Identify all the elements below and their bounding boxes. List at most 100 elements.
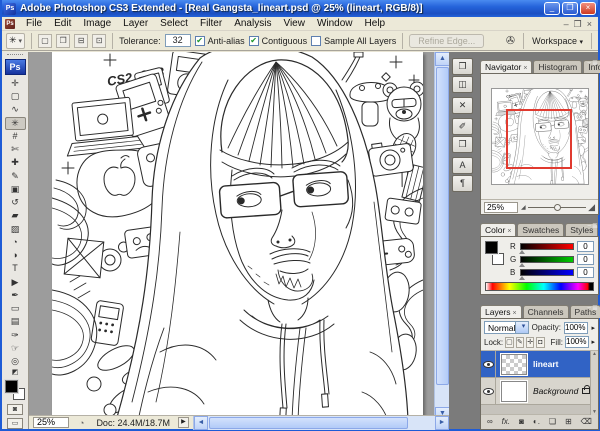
navigator-zoom-slider[interactable]: ◢ ◢: [521, 202, 595, 213]
menu-analysis[interactable]: Analysis: [228, 18, 277, 29]
green-slider-marker[interactable]: [519, 263, 525, 267]
layer-row-lineart[interactable]: lineart: [481, 351, 598, 378]
color-spectrum-ramp[interactable]: [485, 282, 594, 291]
bridge-panel-icon[interactable]: ◫: [452, 76, 473, 93]
doc-close-button[interactable]: ×: [587, 19, 592, 29]
horizontal-scroll-thumb[interactable]: [209, 417, 408, 429]
scroll-up-arrow[interactable]: ▲: [435, 52, 450, 66]
chevron-down-icon[interactable]: ▾: [515, 322, 527, 333]
navigator-thumbnail[interactable]: [491, 88, 589, 185]
fill-arrow-icon[interactable]: ▸: [591, 338, 595, 346]
panel-menu-icon[interactable]: −≣: [587, 222, 599, 230]
magic-wand-tool[interactable]: ✳: [5, 117, 26, 130]
blend-mode-select[interactable]: Normal ▾: [484, 321, 529, 334]
horizontal-scrollbar[interactable]: ◄ ►: [193, 416, 449, 430]
panel-menu-icon[interactable]: −≣: [587, 304, 599, 312]
visibility-toggle[interactable]: [481, 378, 496, 405]
red-slider[interactable]: [520, 243, 574, 250]
doc-minimize-button[interactable]: –: [564, 19, 569, 29]
brush-tool[interactable]: ✎: [5, 170, 26, 183]
type-tool[interactable]: T: [5, 262, 26, 275]
character-panel-icon[interactable]: A: [452, 157, 473, 174]
panel-menu-icon[interactable]: −≣: [587, 59, 599, 67]
layer-thumbnail[interactable]: [501, 381, 527, 402]
green-slider[interactable]: [520, 256, 574, 263]
eyedropper-tool[interactable]: ✑: [5, 329, 26, 342]
fill-field[interactable]: 100%: [565, 336, 589, 348]
menu-edit[interactable]: Edit: [48, 18, 77, 29]
go-to-bridge-icon[interactable]: ✇: [506, 34, 515, 47]
delete-layer-button[interactable]: ⌫: [581, 416, 592, 428]
vertical-scrollbar[interactable]: ▲ ▼: [434, 52, 449, 421]
menu-file[interactable]: File: [20, 18, 48, 29]
quick-mask-button[interactable]: ◙: [7, 404, 23, 415]
pen-tool[interactable]: ✒: [5, 289, 26, 302]
layer-list-scrollbar[interactable]: ▲ ▼: [590, 351, 598, 415]
tab-histogram[interactable]: Histogram: [533, 60, 582, 73]
crop-tool[interactable]: #: [5, 130, 26, 143]
zoom-tool[interactable]: ◎: [5, 355, 26, 368]
clone-stamp-tool[interactable]: ▣: [5, 183, 26, 196]
path-selection-tool[interactable]: ▶: [5, 276, 26, 289]
status-menu-button[interactable]: ▶: [178, 417, 189, 428]
slice-tool[interactable]: ✄: [5, 143, 26, 156]
close-button[interactable]: ×: [580, 2, 596, 15]
eraser-tool[interactable]: ▰: [5, 209, 26, 222]
default-colors-icon[interactable]: ◩: [12, 368, 19, 377]
selection-mode-subtract-button[interactable]: ⊟: [74, 34, 88, 48]
navigator-zoom-field[interactable]: 25%: [484, 202, 518, 213]
clone-source-panel-icon[interactable]: ❒: [452, 136, 473, 153]
lasso-tool[interactable]: ∿: [5, 103, 26, 116]
blur-tool[interactable]: ◔: [5, 236, 26, 249]
rectangular-marquee-tool[interactable]: ▢: [5, 90, 26, 103]
adjustment-layer-button[interactable]: ◐.: [533, 416, 540, 428]
restore-button[interactable]: ❐: [562, 2, 578, 15]
contiguous-checkbox[interactable]: ✔ Contiguous: [249, 36, 308, 46]
layer-name[interactable]: Background: [533, 386, 582, 396]
gradient-tool[interactable]: ▨: [5, 223, 26, 236]
zoom-in-icon[interactable]: ◢: [588, 202, 595, 213]
shape-tool[interactable]: ▭: [5, 302, 26, 315]
canvas[interactable]: [52, 52, 423, 421]
link-layers-button[interactable]: ∞: [487, 416, 493, 428]
blue-slider-marker[interactable]: [519, 276, 525, 280]
lock-position-button[interactable]: ✛: [526, 337, 534, 348]
color-swatches[interactable]: [4, 379, 26, 401]
brushes-panel-icon[interactable]: ✐: [452, 118, 473, 135]
minimize-button[interactable]: _: [544, 2, 560, 15]
color-panel-swatches[interactable]: [485, 241, 505, 271]
zoom-slider-thumb[interactable]: [554, 204, 561, 211]
menu-select[interactable]: Select: [154, 18, 194, 29]
opacity-field[interactable]: 100%: [564, 322, 588, 334]
scroll-left-arrow[interactable]: ◄: [194, 416, 208, 430]
healing-brush-tool[interactable]: ✚: [5, 156, 26, 169]
tab-swatches[interactable]: Swatches: [517, 223, 564, 236]
layer-mask-button[interactable]: ◙: [519, 416, 524, 428]
background-color-swatch[interactable]: [492, 253, 504, 265]
green-value-field[interactable]: 0: [577, 254, 594, 265]
tab-layers[interactable]: Layers×: [480, 305, 522, 318]
navigator-view-box[interactable]: [506, 109, 572, 169]
notes-tool[interactable]: ▤: [5, 315, 26, 328]
menu-filter[interactable]: Filter: [194, 18, 228, 29]
layer-name[interactable]: lineart: [533, 359, 598, 369]
paragraph-panel-icon[interactable]: ¶: [452, 175, 473, 192]
tolerance-input[interactable]: 32: [165, 34, 191, 47]
blue-slider[interactable]: [520, 269, 574, 276]
layer-style-button[interactable]: fx.: [502, 416, 510, 428]
zoom-out-icon[interactable]: ◢: [521, 204, 526, 211]
sample-all-layers-checkbox[interactable]: Sample All Layers: [311, 36, 396, 46]
red-slider-marker[interactable]: [519, 250, 525, 254]
lock-transparency-button[interactable]: ▢: [505, 337, 514, 348]
menu-window[interactable]: Window: [311, 18, 359, 29]
layer-row-background[interactable]: Background: [481, 378, 598, 405]
layer-comps-panel-icon[interactable]: ❐: [452, 58, 473, 75]
menu-image[interactable]: Image: [77, 18, 117, 29]
visibility-toggle[interactable]: [481, 351, 496, 378]
selection-mode-intersect-button[interactable]: ⊡: [92, 34, 106, 48]
menu-view[interactable]: View: [277, 18, 311, 29]
tool-preset-picker[interactable]: ✳ ▾: [6, 33, 25, 49]
doc-restore-button[interactable]: ❐: [574, 19, 582, 29]
anti-alias-checkbox[interactable]: ✔ Anti-alias: [195, 36, 245, 46]
foreground-color-swatch[interactable]: [5, 380, 18, 393]
